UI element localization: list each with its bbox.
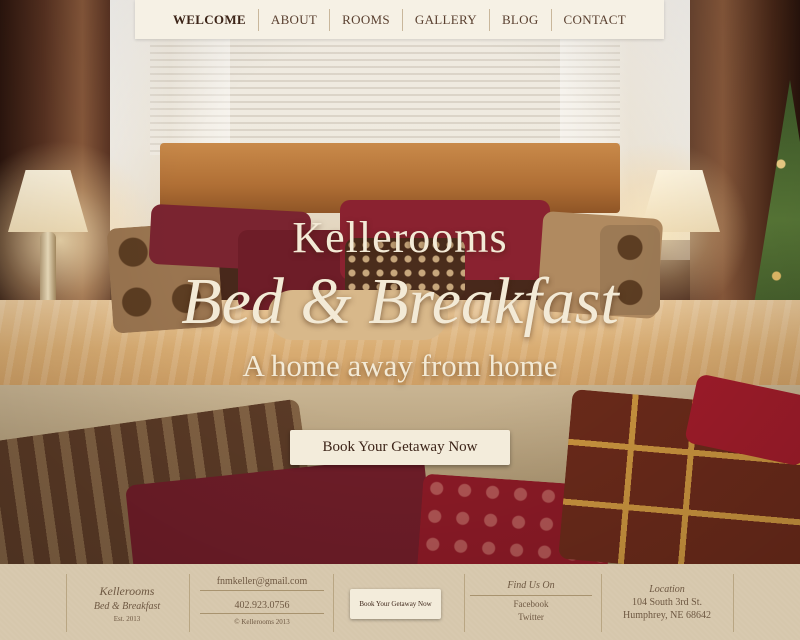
nav-item-gallery[interactable]: GALLERY	[403, 8, 490, 31]
footer-brand-sub: Bed & Breakfast	[93, 601, 161, 612]
footer-divider	[601, 574, 602, 632]
footer-address-line2: Humphrey, NE 68642	[623, 610, 711, 621]
footer-location-heading: Location	[649, 584, 685, 595]
twitter-link[interactable]: Twitter	[470, 612, 592, 622]
nav-item-welcome[interactable]: WELCOME	[161, 8, 259, 31]
footer-copyright: © Kellerooms 2013	[234, 618, 290, 626]
footer-divider	[189, 574, 190, 632]
book-getaway-button[interactable]: Book Your Getaway Now	[290, 430, 510, 465]
footer-established: Est. 2013	[113, 615, 141, 623]
footer-social: Find Us On Facebook Twitter	[470, 574, 592, 632]
footer-brand: Kellerooms Bed & Breakfast Est. 2013	[67, 574, 187, 632]
footer-brand-name: Kellerooms	[99, 584, 155, 598]
footer-divider	[464, 574, 465, 632]
facebook-link[interactable]: Facebook	[470, 599, 592, 609]
nav-item-about[interactable]: ABOUT	[259, 8, 331, 31]
hero-subtitle: Bed & Breakfast	[181, 265, 619, 338]
footer-social-heading: Find Us On	[470, 580, 592, 596]
footer-divider	[733, 574, 734, 632]
footer-divider	[333, 574, 334, 632]
footer-contact: fnmkeller@gmail.com 402.923.0756 © Kelle…	[200, 574, 324, 632]
footer-location: Location 104 South 3rd St. Humphrey, NE …	[606, 574, 728, 632]
main-nav: WELCOME ABOUT ROOMS GALLERY BLOG CONTACT	[135, 0, 664, 39]
nav-item-rooms[interactable]: ROOMS	[330, 8, 403, 31]
footer-book-getaway-button[interactable]: Book Your Getaway Now	[350, 589, 441, 619]
footer-email-link[interactable]: fnmkeller@gmail.com	[200, 576, 324, 591]
hero-title: Kellerooms	[292, 213, 508, 262]
footer-phone: 402.923.0756	[200, 597, 324, 614]
nav-item-blog[interactable]: BLOG	[490, 8, 552, 31]
footer-address-line1: 104 South 3rd St.	[631, 597, 702, 608]
hero-tagline: A home away from home	[242, 348, 558, 383]
nav-item-contact[interactable]: CONTACT	[552, 9, 638, 31]
